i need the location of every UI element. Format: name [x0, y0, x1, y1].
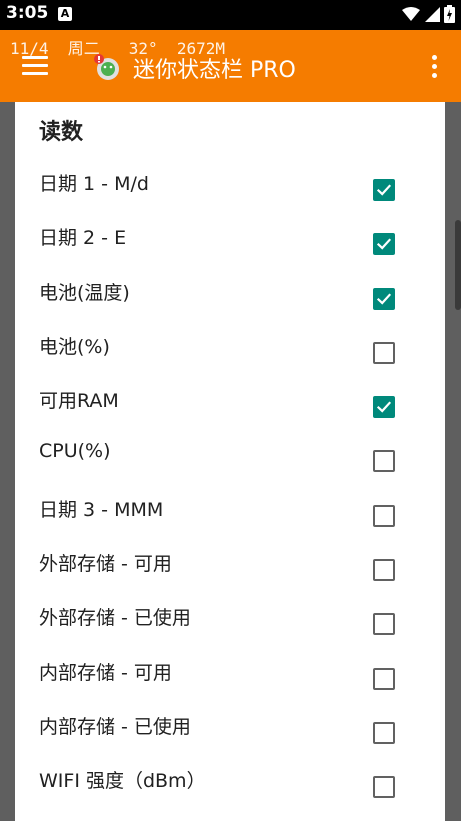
readings-list: 日期 1 - M/d 日期 2 - E 电池(温度) 电池(%) 可用RAM CPU(%)…	[15, 155, 445, 807]
wifi-icon	[402, 7, 420, 21]
app-logo-icon	[94, 54, 119, 80]
list-item[interactable]: 日期 3 - MMM	[15, 481, 445, 535]
app-title: 迷你状态栏 PRO	[133, 58, 296, 83]
list-item[interactable]: 电池(温度)	[15, 264, 445, 318]
list-item-label: 外部存储 - 已使用	[39, 607, 191, 630]
checkbox[interactable]	[373, 233, 395, 256]
list-item-label: 电池(温度)	[39, 281, 130, 304]
system-icons	[402, 5, 455, 23]
check-icon	[376, 293, 392, 305]
check-icon	[376, 401, 392, 413]
checkbox[interactable]	[373, 504, 395, 527]
checkbox[interactable]	[373, 721, 395, 744]
app-bar: 11/4 周二 32° 2672M 迷你状态栏 PRO	[0, 30, 461, 102]
list-item[interactable]: 内部存储 - 已使用	[15, 698, 445, 752]
list-item-label: 日期 1 - M/d	[39, 173, 149, 195]
checkbox[interactable]	[373, 450, 395, 473]
checkbox[interactable]	[373, 179, 395, 201]
list-item-label: 电池(%)	[39, 335, 110, 358]
hamburger-menu-icon[interactable]	[22, 56, 48, 78]
battery-icon	[444, 5, 455, 23]
section-header: 读数	[39, 120, 84, 145]
list-item-label: 外部存储 - 可用	[39, 553, 172, 576]
cell-signal-icon	[425, 7, 440, 22]
list-item[interactable]: 日期 1 - M/d	[15, 155, 445, 209]
status-bar: 3:05 A	[0, 0, 461, 30]
list-item-label: 日期 3 - MMM	[39, 498, 164, 521]
checkbox[interactable]	[373, 287, 395, 310]
checkbox[interactable]	[373, 559, 395, 582]
status-time: 3:05	[6, 3, 49, 23]
settings-panel: 读数 日期 1 - M/d 日期 2 - E 电池(温度) 电池(%) 可用RAM CPU…	[15, 102, 445, 821]
list-item-label: 内部存储 - 已使用	[39, 715, 191, 738]
list-item[interactable]: 可用RAM	[15, 372, 445, 426]
list-item-label: 内部存储 - 可用	[39, 661, 172, 684]
check-icon	[376, 238, 392, 250]
list-item-label: 可用RAM	[39, 390, 119, 413]
list-item[interactable]: WIFI 强度（dBm）	[15, 752, 445, 806]
list-item[interactable]: 日期 2 - E	[15, 209, 445, 263]
list-item[interactable]: CPU(%)	[15, 426, 445, 480]
checkbox[interactable]	[373, 396, 395, 419]
notification-icon: A	[58, 7, 72, 21]
list-item[interactable]: 外部存储 - 可用	[15, 535, 445, 589]
list-item-label: 日期 2 - E	[39, 227, 127, 250]
checkbox[interactable]	[373, 613, 395, 636]
list-item[interactable]: 外部存储 - 已使用	[15, 589, 445, 643]
checkbox[interactable]	[373, 667, 395, 690]
scrollbar[interactable]	[455, 220, 461, 310]
list-item[interactable]: 内部存储 - 可用	[15, 644, 445, 698]
list-item-label: CPU(%)	[39, 440, 111, 463]
checkbox[interactable]	[373, 776, 395, 799]
list-item[interactable]: 电池(%)	[15, 318, 445, 372]
overflow-menu-icon[interactable]	[429, 52, 439, 82]
checkbox[interactable]	[373, 341, 395, 364]
list-item-label: WIFI 强度（dBm）	[39, 770, 206, 793]
check-icon	[376, 184, 392, 196]
